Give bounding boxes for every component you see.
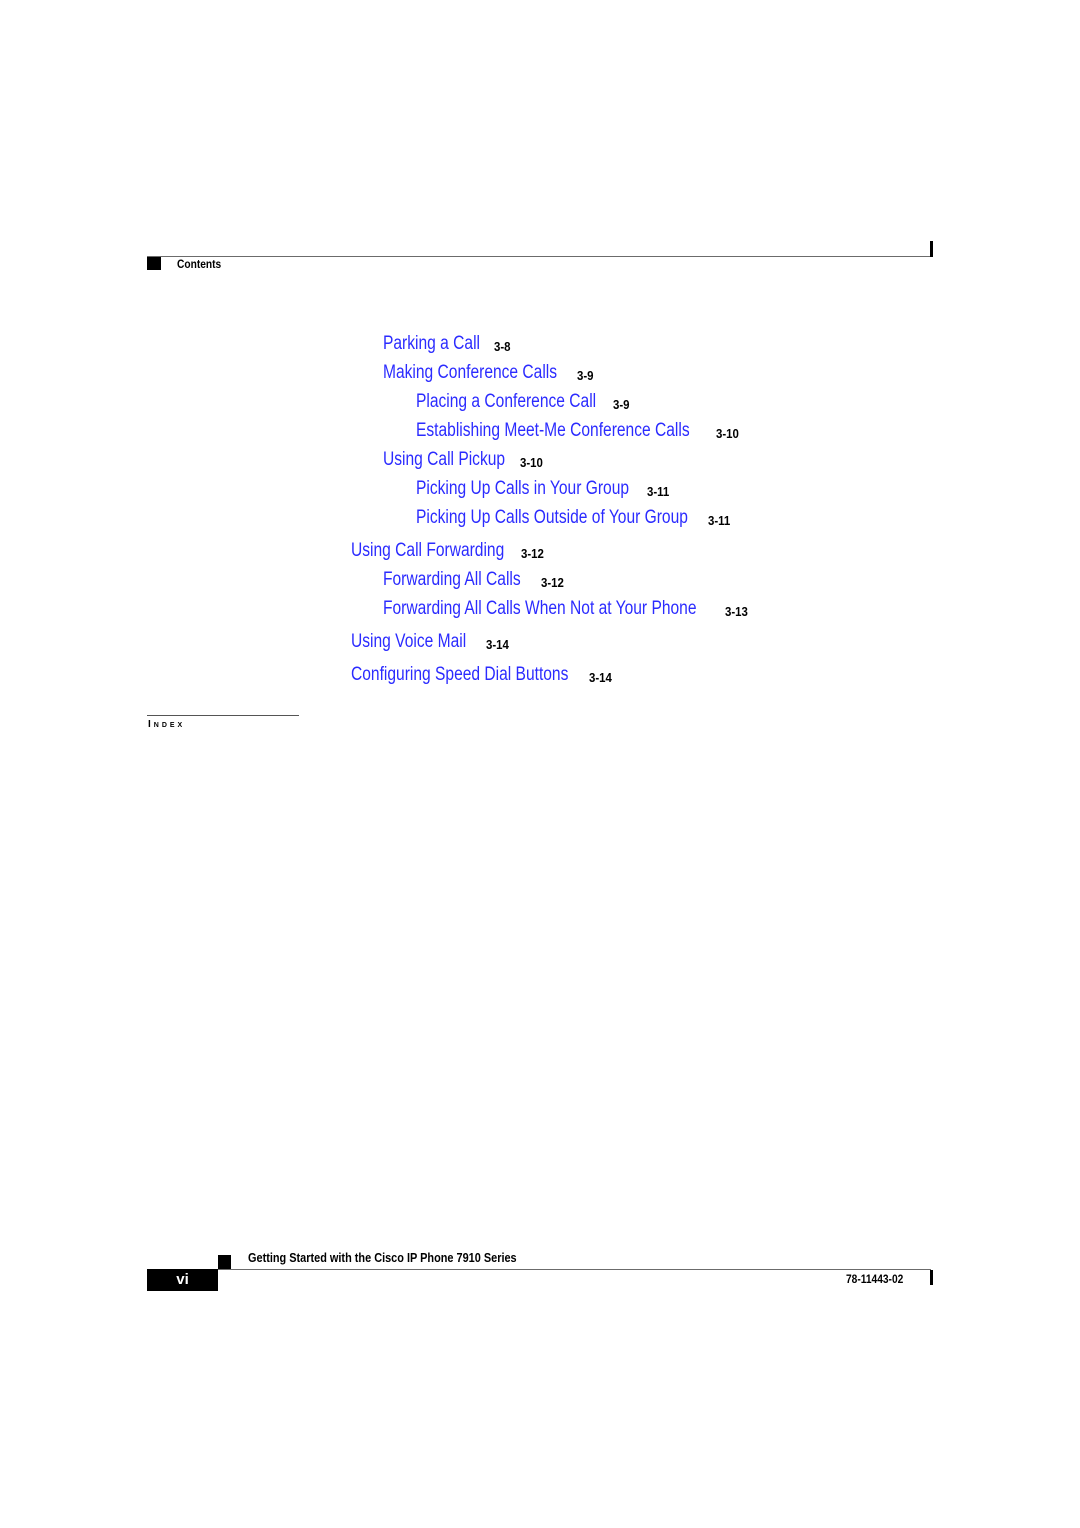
- toc-entry-page[interactable]: 3-14: [486, 637, 509, 652]
- footer-marker-square: [218, 1255, 231, 1269]
- index-rule: [147, 715, 299, 716]
- toc-entry-title[interactable]: Parking a Call: [383, 333, 480, 355]
- toc-entry[interactable]: Establishing Meet-Me Conference Calls 3-…: [416, 420, 750, 442]
- toc-entry-title[interactable]: Forwarding All Calls: [383, 569, 521, 591]
- toc-entry-page[interactable]: 3-11: [708, 513, 730, 528]
- toc-entry[interactable]: Forwarding All Calls When Not at Your Ph…: [383, 598, 765, 620]
- toc-entry[interactable]: Making Conference Calls 3-9: [383, 362, 595, 384]
- toc-entry-title[interactable]: Forwarding All Calls When Not at Your Ph…: [383, 598, 697, 620]
- toc-entry-title[interactable]: Picking Up Calls Outside of Your Group: [416, 507, 688, 529]
- toc-entry-title[interactable]: Making Conference Calls: [383, 362, 557, 384]
- toc-entry-page[interactable]: 3-9: [577, 368, 594, 383]
- toc-entry[interactable]: Forwarding All Calls 3-12: [383, 569, 564, 591]
- footer-page-number: vi: [147, 1269, 218, 1291]
- toc-entry[interactable]: Using Voice Mail 3-14: [351, 631, 509, 653]
- toc-entry[interactable]: Picking Up Calls Outside of Your Group 3…: [416, 507, 748, 529]
- toc-entry[interactable]: Configuring Speed Dial Buttons 3-14: [351, 664, 616, 686]
- toc-entry-page[interactable]: 3-10: [520, 455, 543, 470]
- toc-entry-page[interactable]: 3-11: [647, 484, 669, 499]
- toc-entry[interactable]: Picking Up Calls in Your Group 3-11: [416, 478, 676, 500]
- header-section-label: Contents: [177, 257, 222, 271]
- toc-entry[interactable]: Parking a Call 3-8: [383, 333, 511, 355]
- toc-entry-page[interactable]: 3-10: [716, 426, 739, 441]
- toc-entry-page[interactable]: 3-14: [589, 670, 612, 685]
- toc-entry-title[interactable]: Picking Up Calls in Your Group: [416, 478, 629, 500]
- footer-edge-bar: [930, 1270, 933, 1285]
- header-marker-square: [147, 257, 161, 270]
- toc-entry[interactable]: Using Call Pickup 3-10: [383, 449, 543, 471]
- header-rule: [147, 256, 931, 257]
- index-heading[interactable]: Index: [148, 719, 185, 730]
- footer-rule: [147, 1269, 931, 1270]
- toc-entry-page[interactable]: 3-8: [494, 339, 511, 354]
- toc-entry-page[interactable]: 3-12: [541, 575, 564, 590]
- toc-entry[interactable]: Using Call Forwarding 3-12: [351, 540, 544, 562]
- toc-entry[interactable]: Placing a Conference Call 3-9: [416, 391, 636, 413]
- toc-entry-title[interactable]: Configuring Speed Dial Buttons: [351, 664, 568, 686]
- toc-entry-title[interactable]: Using Voice Mail: [351, 631, 466, 653]
- footer-doc-number: 78-11443-02: [846, 1272, 904, 1286]
- header-edge-bar: [930, 241, 933, 257]
- toc-entry-title[interactable]: Establishing Meet-Me Conference Calls: [416, 420, 690, 442]
- toc-entry-page[interactable]: 3-9: [613, 397, 630, 412]
- toc-entry-title[interactable]: Using Call Pickup: [383, 449, 505, 471]
- toc-entry-page[interactable]: 3-12: [521, 546, 544, 561]
- toc-entry-title[interactable]: Using Call Forwarding: [351, 540, 504, 562]
- toc-entry-title[interactable]: Placing a Conference Call: [416, 391, 596, 413]
- toc-entry-page[interactable]: 3-13: [725, 604, 748, 619]
- footer-book-title: Getting Started with the Cisco IP Phone …: [248, 1250, 517, 1265]
